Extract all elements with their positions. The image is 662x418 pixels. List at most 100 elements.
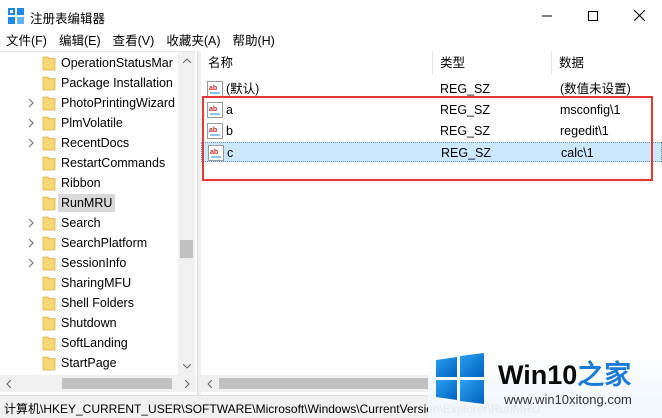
tree-item[interactable]: SearchPlatform xyxy=(0,233,178,253)
folder-icon xyxy=(42,356,56,371)
folder-icon xyxy=(42,196,56,211)
chevron-up-icon xyxy=(182,58,191,63)
windows-logo-icon xyxy=(436,353,484,404)
close-icon xyxy=(633,10,645,21)
tree-item[interactable]: PlmVolatile xyxy=(0,113,178,133)
menu-bar: 文件(F) 编辑(E) 查看(V) 收藏夹(A) 帮助(H) xyxy=(0,31,662,51)
tree-item-label: Shell Folders xyxy=(61,296,134,310)
highlight-annotation-box xyxy=(202,96,653,181)
tree-item-label: PlmVolatile xyxy=(61,116,123,130)
menu-help[interactable]: 帮助(H) xyxy=(226,31,280,51)
value-name: (默认) xyxy=(226,82,260,96)
tree-item[interactable]: RunMRU xyxy=(0,193,178,213)
close-button[interactable] xyxy=(616,0,662,31)
folder-icon xyxy=(42,156,56,171)
scroll-thumb[interactable] xyxy=(219,378,429,389)
tree-item[interactable]: SessionInfo xyxy=(0,253,178,273)
folder-icon xyxy=(42,176,56,191)
scroll-left-arrow[interactable] xyxy=(201,375,218,392)
title-bar: 注册表编辑器 xyxy=(0,0,662,31)
menu-view[interactable]: 查看(V) xyxy=(107,31,161,51)
value-type: REG_SZ xyxy=(440,82,491,96)
folder-icon xyxy=(42,216,56,231)
chevron-right-icon[interactable] xyxy=(26,98,36,108)
tree-item-label: OperationStatusMar xyxy=(61,56,173,70)
watermark-title: Win10之家 xyxy=(498,353,631,392)
registry-editor-icon xyxy=(8,8,24,24)
tree-item-label: Ribbon xyxy=(61,176,101,190)
tree-item-label: Shutdown xyxy=(61,316,117,330)
tree-vertical-scrollbar[interactable] xyxy=(178,52,195,375)
tree-item[interactable]: Ribbon xyxy=(0,173,178,193)
chevron-down-icon xyxy=(182,364,191,369)
scroll-right-arrow[interactable] xyxy=(179,375,196,392)
folder-icon xyxy=(42,336,56,351)
tree-item-label: Search xyxy=(61,216,101,230)
scroll-left-arrow[interactable] xyxy=(0,375,17,392)
scroll-thumb[interactable] xyxy=(180,240,193,258)
svg-text:ab: ab xyxy=(209,85,217,92)
menu-favorites[interactable]: 收藏夹(A) xyxy=(160,31,226,51)
tree-item[interactable]: Package Installation xyxy=(0,73,178,93)
folder-icon xyxy=(42,276,56,291)
tree-item[interactable]: Shutdown xyxy=(0,313,178,333)
tree-item[interactable]: RecentDocs xyxy=(0,133,178,153)
tree-item-label: SharingMFU xyxy=(61,276,132,290)
folder-icon xyxy=(42,316,56,331)
watermark-url: www.win10xitong.com xyxy=(504,392,632,407)
folder-icon xyxy=(42,236,56,251)
tree-item[interactable]: OperationStatusMar xyxy=(0,53,178,73)
scroll-down-arrow[interactable] xyxy=(178,358,195,375)
menu-file[interactable]: 文件(F) xyxy=(0,31,53,51)
chevron-right-icon[interactable] xyxy=(26,118,36,128)
tree-item[interactable]: RestartCommands xyxy=(0,153,178,173)
folder-icon xyxy=(42,96,56,111)
string-value-icon: ab xyxy=(207,81,223,97)
tree-item-label: Package Installation xyxy=(61,76,173,90)
folder-icon xyxy=(42,116,56,131)
value-data: (数值未设置) xyxy=(560,82,631,96)
folder-icon xyxy=(42,56,56,71)
chevron-right-icon[interactable] xyxy=(26,138,36,148)
maximize-icon xyxy=(588,10,598,21)
folder-icon xyxy=(42,76,56,91)
tree-item-label: StartPage xyxy=(61,356,117,370)
tree-item-label: RunMRU xyxy=(58,194,116,212)
minimize-button[interactable] xyxy=(524,0,570,31)
tree-item[interactable]: Shell Folders xyxy=(0,293,178,313)
minimize-icon xyxy=(542,15,552,16)
scroll-up-arrow[interactable] xyxy=(178,52,195,69)
chevron-right-icon[interactable] xyxy=(26,218,36,228)
tree-item-label: RecentDocs xyxy=(61,136,130,150)
tree-item-label: PhotoPrintingWizard xyxy=(61,96,175,110)
chevron-right-icon[interactable] xyxy=(26,258,36,268)
tree-item-label: RestartCommands xyxy=(61,156,166,170)
chevron-right-icon[interactable] xyxy=(26,238,36,248)
folder-icon xyxy=(42,296,56,311)
column-header-type[interactable]: 类型 xyxy=(433,51,552,75)
tree-item-label: SearchPlatform xyxy=(61,236,148,250)
column-header-data[interactable]: 数据 xyxy=(552,51,662,75)
maximize-button[interactable] xyxy=(570,0,616,31)
scroll-thumb[interactable] xyxy=(62,378,172,389)
chevron-left-icon xyxy=(207,379,212,388)
chevron-right-icon xyxy=(185,379,190,388)
folder-icon xyxy=(42,256,56,271)
watermark: Win10之家 www.win10xitong.com xyxy=(428,349,662,418)
tree-horizontal-scrollbar[interactable] xyxy=(0,375,196,392)
menu-edit[interactable]: 编辑(E) xyxy=(53,31,107,51)
column-header-name[interactable]: 名称 xyxy=(201,51,433,75)
folder-icon xyxy=(42,136,56,151)
key-tree[interactable]: OperationStatusMar Package Installation Ph… xyxy=(0,51,196,395)
watermark-title-main: Win10 xyxy=(498,360,578,390)
tree-item-label: SoftLanding xyxy=(61,336,128,350)
watermark-title-accent: 之家 xyxy=(577,360,632,390)
tree-item[interactable]: StartPage xyxy=(0,353,178,373)
tree-item[interactable]: SoftLanding xyxy=(0,333,178,353)
tree-item[interactable]: SharingMFU xyxy=(0,273,178,293)
tree-item[interactable]: PhotoPrintingWizard xyxy=(0,93,178,113)
window-title: 注册表编辑器 xyxy=(30,12,106,26)
chevron-left-icon xyxy=(6,379,11,388)
tree-item[interactable]: Search xyxy=(0,213,178,233)
tree-item-label: SessionInfo xyxy=(61,256,127,270)
